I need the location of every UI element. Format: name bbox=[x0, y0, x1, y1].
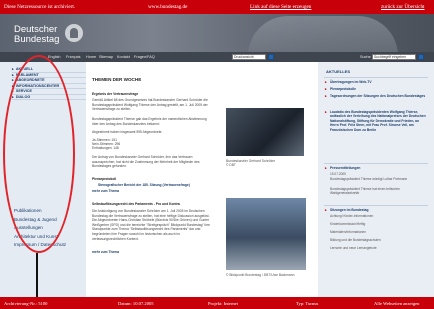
vote-abstain: Enthaltungen: 148 bbox=[92, 146, 119, 150]
nav-sitemap[interactable]: Sitemap bbox=[99, 55, 113, 59]
chancellor-photo bbox=[226, 108, 304, 156]
more-link-2[interactable]: mehr zum Thema bbox=[92, 250, 210, 255]
press-date: 15.07.2005 bbox=[330, 172, 346, 176]
archive-project: Projekt: Internet bbox=[208, 301, 238, 306]
nav-kontakt[interactable]: Kontakt bbox=[117, 55, 130, 59]
archive-top-bar: Diese Netzressource ist archiviert. www.… bbox=[0, 0, 434, 14]
back-to-overview-link[interactable]: zurück zur Übersicht bbox=[381, 4, 425, 10]
kids-header[interactable]: Sitzungen im Bundestag bbox=[325, 208, 428, 213]
section-2-text: Die Ankündigung von Bundeskanzler Schröd… bbox=[92, 209, 210, 241]
section-1-text-3: Abgestimmt haben insgesamt 595 Abgeordne… bbox=[92, 130, 163, 134]
photo-1-credit: © DBT bbox=[226, 163, 236, 167]
news-header: AKTUELLES bbox=[326, 69, 350, 74]
news-item-web-tv[interactable]: Übertragungen im Web-TV bbox=[325, 80, 428, 85]
nav-home[interactable]: Home bbox=[86, 55, 96, 59]
kids-item-5[interactable]: Lernorte und neue Lernangebote bbox=[330, 246, 428, 250]
kids-item-4[interactable]: Bildung und die Bundestagsschulen bbox=[330, 238, 428, 242]
news-item-plenarprotokolle[interactable]: Plenarprotokolle bbox=[325, 87, 428, 92]
archive-date: Datum: 10.07.2005 bbox=[118, 301, 154, 306]
photo-2-credit: © Blickpunkt Bundestag / DBT/Uwe Backman… bbox=[226, 273, 295, 277]
press-item-2[interactable]: Bundestagspräsident Thierse hat einen br… bbox=[330, 187, 428, 195]
all-pages-link[interactable]: Alle Webseiten anzeigen bbox=[374, 301, 419, 306]
section-1-text: Gemäß Artikel 68 des Grundgesetzes hat B… bbox=[92, 98, 208, 112]
site-logo[interactable]: Deutscher Bundestag bbox=[14, 25, 59, 45]
print-go-button[interactable] bbox=[268, 54, 274, 60]
section-1-text-4: Der Antrag von Bundeskanzler Gerhard Sch… bbox=[92, 155, 200, 169]
archive-bottom-bar: Archivierung-Nr.: 5100 Datum: 10.07.2005… bbox=[0, 297, 434, 309]
section-2-title: Selbstauflösungsrecht des Parlaments - P… bbox=[92, 202, 180, 206]
archive-notice: Diese Netzressource ist archiviert. bbox=[4, 4, 76, 10]
search-label: Suche bbox=[360, 55, 371, 59]
plenary-protocol-link[interactable]: Stenografischer Bericht der 185. Sitzung… bbox=[98, 183, 216, 188]
press-item-1[interactable]: Bundestagspräsident Thierse würdigt Loth… bbox=[330, 177, 428, 181]
kids-item-3[interactable]: Materialien/Informationen bbox=[330, 230, 428, 234]
federal-eagle-icon bbox=[65, 24, 83, 42]
search-input[interactable]: Suchbegriff eingeben bbox=[372, 54, 416, 60]
top-navigation: English Français Home Sitemap Kontakt Fr… bbox=[0, 52, 434, 62]
archive-number: Archivierung-Nr.: 5100 bbox=[4, 301, 48, 306]
press-header[interactable]: Pressemitteilungen bbox=[325, 166, 428, 171]
search-go-button[interactable] bbox=[418, 54, 424, 60]
section-1-text-2: Bundestagspräsident Thierse gab das Erge… bbox=[92, 117, 207, 126]
plenary-label: Plenarprotokoll bbox=[92, 177, 117, 181]
main-content: THEMEN DER WOCHE Ergebnis der Vertrauens… bbox=[90, 62, 316, 297]
news-item-laudatio[interactable]: Laudatio des Bundestagspräsidenten Wolfg… bbox=[325, 110, 428, 132]
brand-line-2: Bundestag bbox=[14, 34, 60, 45]
site-url: www.bundestag.de bbox=[148, 4, 188, 10]
divider bbox=[324, 163, 428, 164]
more-link-1[interactable]: mehr zum Thema bbox=[92, 189, 210, 194]
highlight-annotation bbox=[3, 55, 75, 253]
nav-faq[interactable]: Fragen/FAQ bbox=[134, 55, 155, 59]
divider bbox=[324, 77, 428, 78]
news-item-tagesordnungen[interactable]: Tagesordnungen der Sitzungen des Deutsch… bbox=[325, 94, 428, 99]
section-1-title: Ergebnis der Vertrauensfrage bbox=[92, 92, 139, 96]
archive-type: Typ: Turnus bbox=[296, 301, 319, 306]
nav-francais[interactable]: Français bbox=[66, 55, 81, 59]
link-generator[interactable]: Link auf diese Seite erzeugen bbox=[250, 4, 311, 10]
right-sidebar: AKTUELLES Übertragungen im Web-TV Plenar… bbox=[318, 62, 434, 297]
divider bbox=[324, 205, 428, 206]
kids-item-2[interactable]: Kinderkommission/Heftig bbox=[330, 222, 428, 226]
debate-photo bbox=[226, 198, 306, 270]
kids-item-1[interactable]: Achtung! Kinder-Informationen bbox=[330, 214, 428, 218]
print-view-select[interactable]: Druckansicht bbox=[232, 54, 266, 60]
page-title: THEMEN DER WOCHE bbox=[92, 77, 142, 82]
nav-english[interactable]: English bbox=[48, 55, 60, 59]
